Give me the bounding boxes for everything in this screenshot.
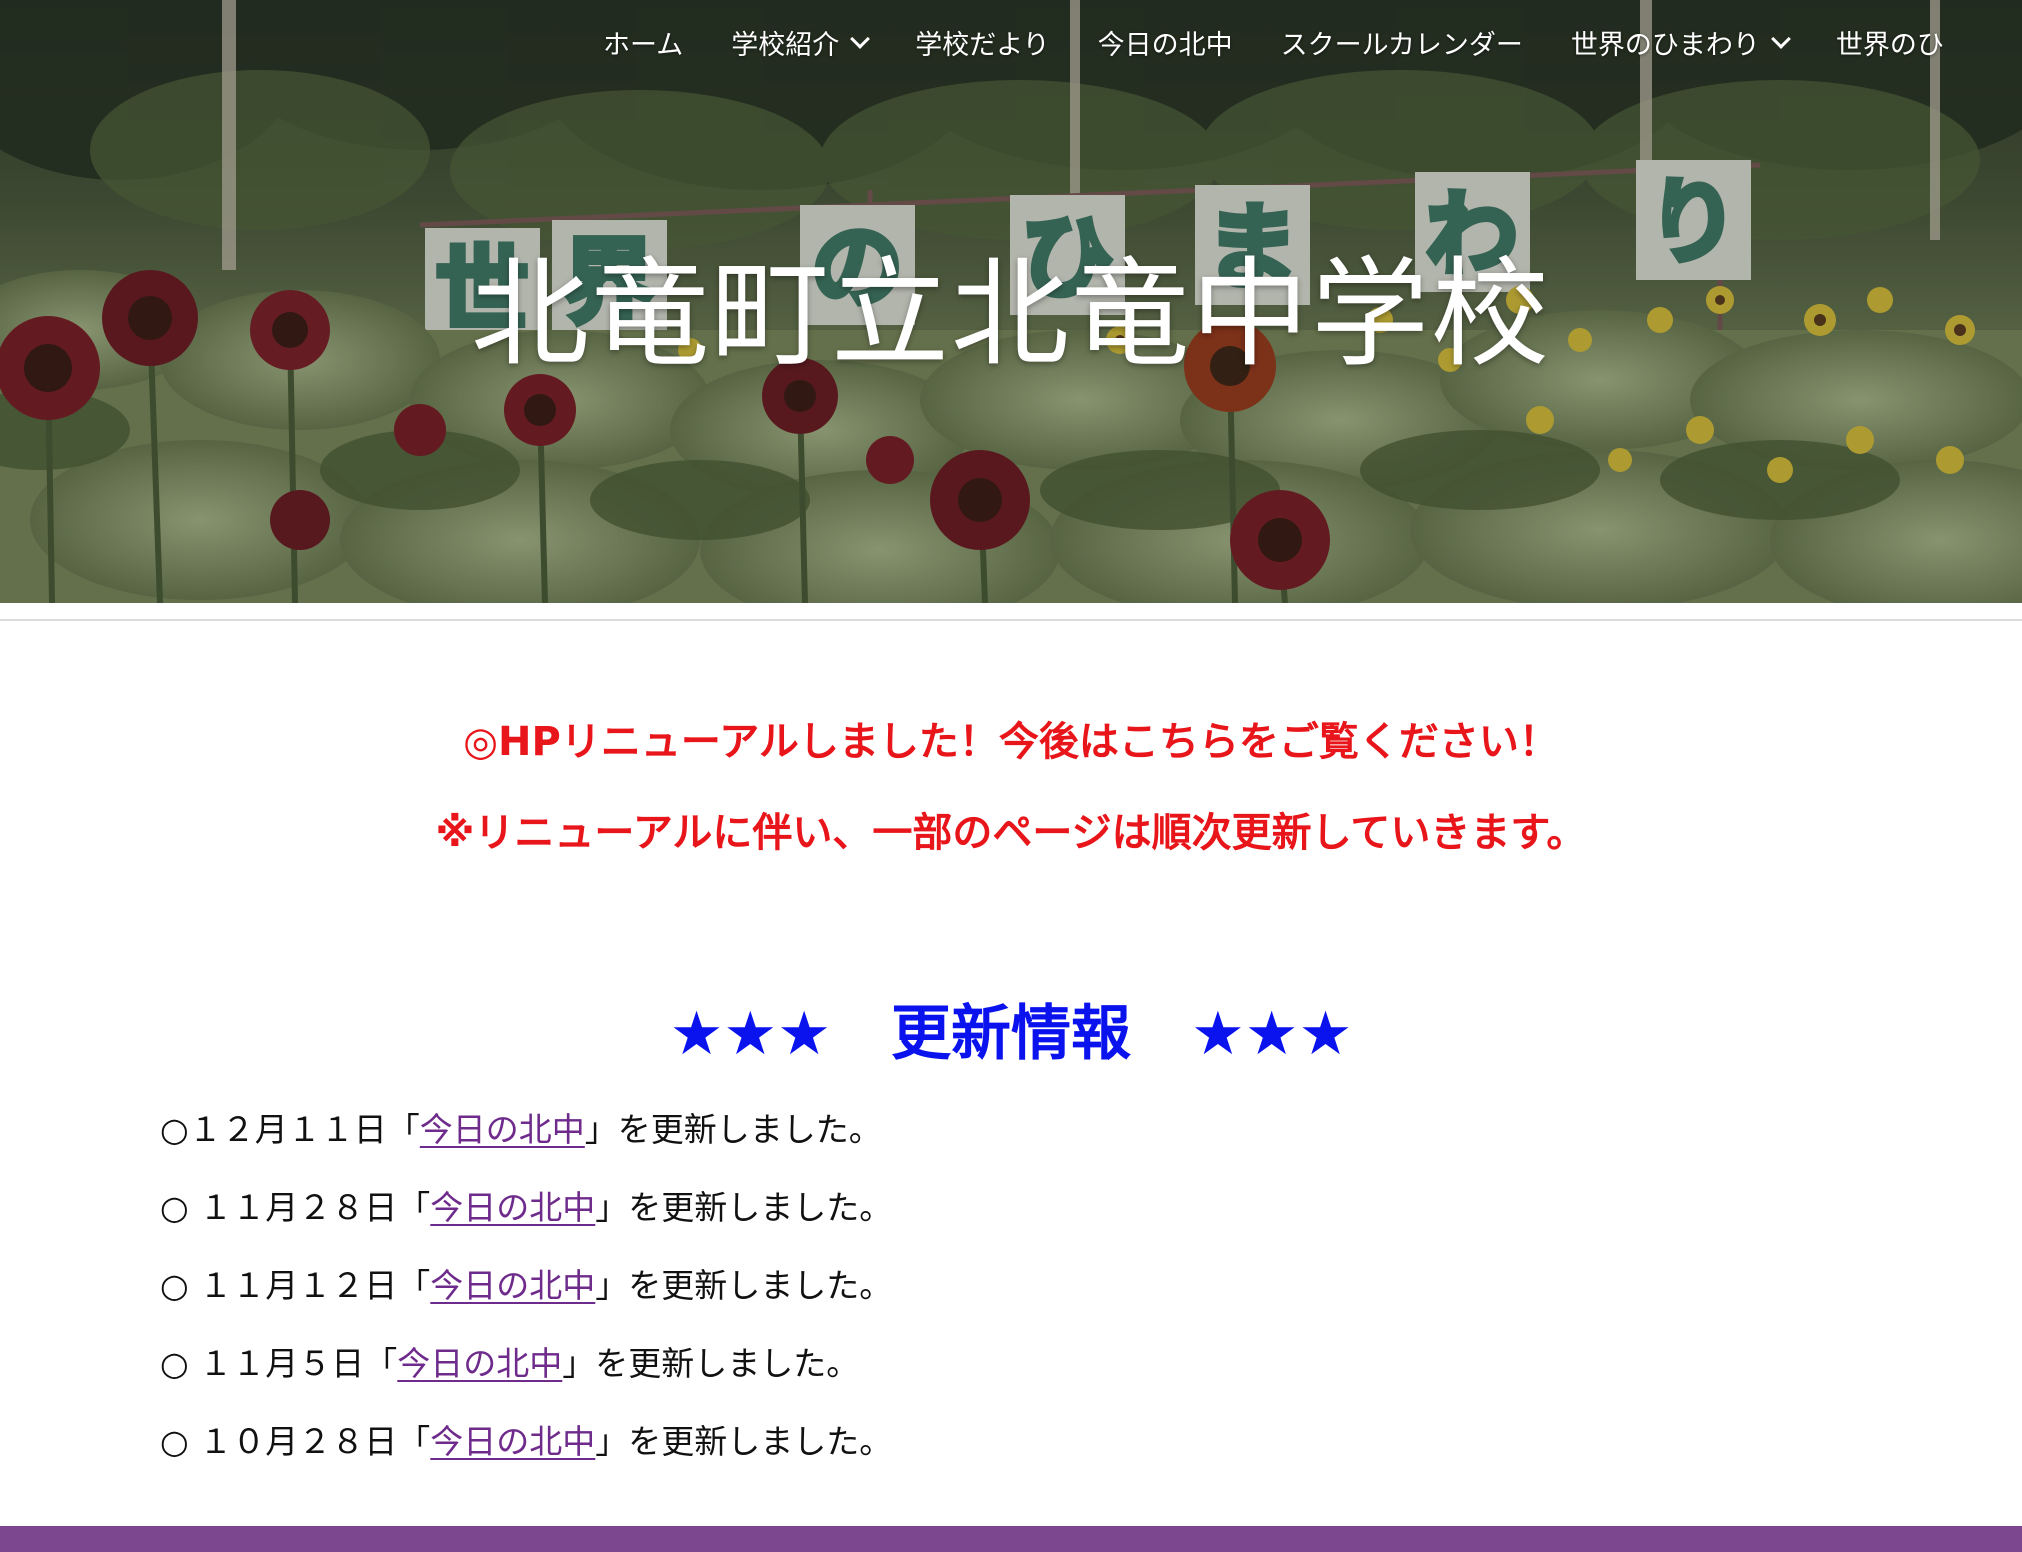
renewal-notice: ◎HPリニューアルしました！今後はこちらをご覧ください！ xyxy=(463,719,1559,765)
page: 世 界 の ひ ま わ り ホーム 学校紹介 学校だより 今日の北中 スクールカ… xyxy=(0,0,2022,1552)
todays-hokuchu-link[interactable]: 今日の北中 xyxy=(430,1422,595,1461)
updates-heading: ★★★ 更新情報 ★★★ xyxy=(669,999,1353,1069)
nav-item-todays-hokuchu[interactable]: 今日の北中 xyxy=(1098,23,1233,62)
list-item: ○ １１月１２日「今日の北中」を更新しました。 xyxy=(160,1263,892,1341)
nav-item-label: 世界のひ xyxy=(1835,29,1944,61)
nav-item-label: ホーム xyxy=(603,29,684,61)
update-date: ○ １０月２８日「 xyxy=(160,1422,431,1461)
nav-item-label: 世界のひまわり xyxy=(1570,29,1760,61)
update-suffix: 」を更新しました。 xyxy=(595,1188,893,1227)
update-suffix: 」を更新しました。 xyxy=(595,1422,893,1461)
main-nav: ホーム 学校紹介 学校だより 今日の北中 スクールカレンダー 世界のひまわり 世… xyxy=(603,18,1992,66)
renewal-subnotice: ※リニューアルに伴い、一部のページは順次更新していきます。 xyxy=(435,810,1587,856)
todays-hokuchu-link[interactable]: 今日の北中 xyxy=(430,1266,595,1305)
nav-item-world-sunflowers[interactable]: 世界のひまわり xyxy=(1570,23,1791,62)
list-item: ○ １０月２８日「今日の北中」を更新しました。 xyxy=(160,1419,892,1497)
list-item: ○ １１月５日「今日の北中」を更新しました。 xyxy=(160,1341,892,1419)
list-item: ○１２月１１日「今日の北中」を更新しました。 xyxy=(160,1107,892,1185)
update-date: ○ １１月１２日「 xyxy=(160,1266,431,1305)
nav-item-label: 学校紹介 xyxy=(731,29,840,61)
todays-hokuchu-link[interactable]: 今日の北中 xyxy=(430,1188,595,1227)
nav-item-label: スクールカレンダー xyxy=(1280,29,1523,61)
nav-item-label: 今日の北中 xyxy=(1097,29,1233,61)
update-suffix: 」を更新しました。 xyxy=(562,1344,860,1383)
header-divider xyxy=(0,619,2022,621)
todays-hokuchu-link[interactable]: 今日の北中 xyxy=(397,1344,562,1383)
todays-hokuchu-link[interactable]: 今日の北中 xyxy=(420,1110,585,1149)
nav-item-school-intro[interactable]: 学校紹介 xyxy=(731,23,871,62)
update-suffix: 」を更新しました。 xyxy=(595,1266,893,1305)
hero-banner: 世 界 の ひ ま わ り ホーム 学校紹介 学校だより 今日の北中 スクールカ… xyxy=(0,0,2022,603)
list-item: ○ １１月２８日「今日の北中」を更新しました。 xyxy=(160,1185,892,1263)
nav-item-school-calendar[interactable]: スクールカレンダー xyxy=(1281,23,1523,62)
chevron-down-icon xyxy=(850,28,871,49)
update-suffix: 」を更新しました。 xyxy=(584,1110,882,1149)
update-date: ○１２月１１日「 xyxy=(160,1110,420,1149)
site-title[interactable]: 北竜町立北竜中学校 xyxy=(0,246,2022,382)
update-date: ○ １１月５日「 xyxy=(160,1344,398,1383)
nav-item-school-newsletter[interactable]: 学校だより xyxy=(915,23,1049,62)
nav-item-world-sunflowers-2[interactable]: 世界のひ xyxy=(1836,23,1944,62)
nav-item-home[interactable]: ホーム xyxy=(603,23,683,62)
nav-item-label: 学校だより xyxy=(915,29,1050,61)
chevron-down-icon xyxy=(1770,28,1791,49)
footer-bar xyxy=(0,1526,2022,1552)
update-date: ○ １１月２８日「 xyxy=(160,1188,431,1227)
updates-list: ○１２月１１日「今日の北中」を更新しました。 ○ １１月２８日「今日の北中」を更… xyxy=(160,1107,892,1497)
